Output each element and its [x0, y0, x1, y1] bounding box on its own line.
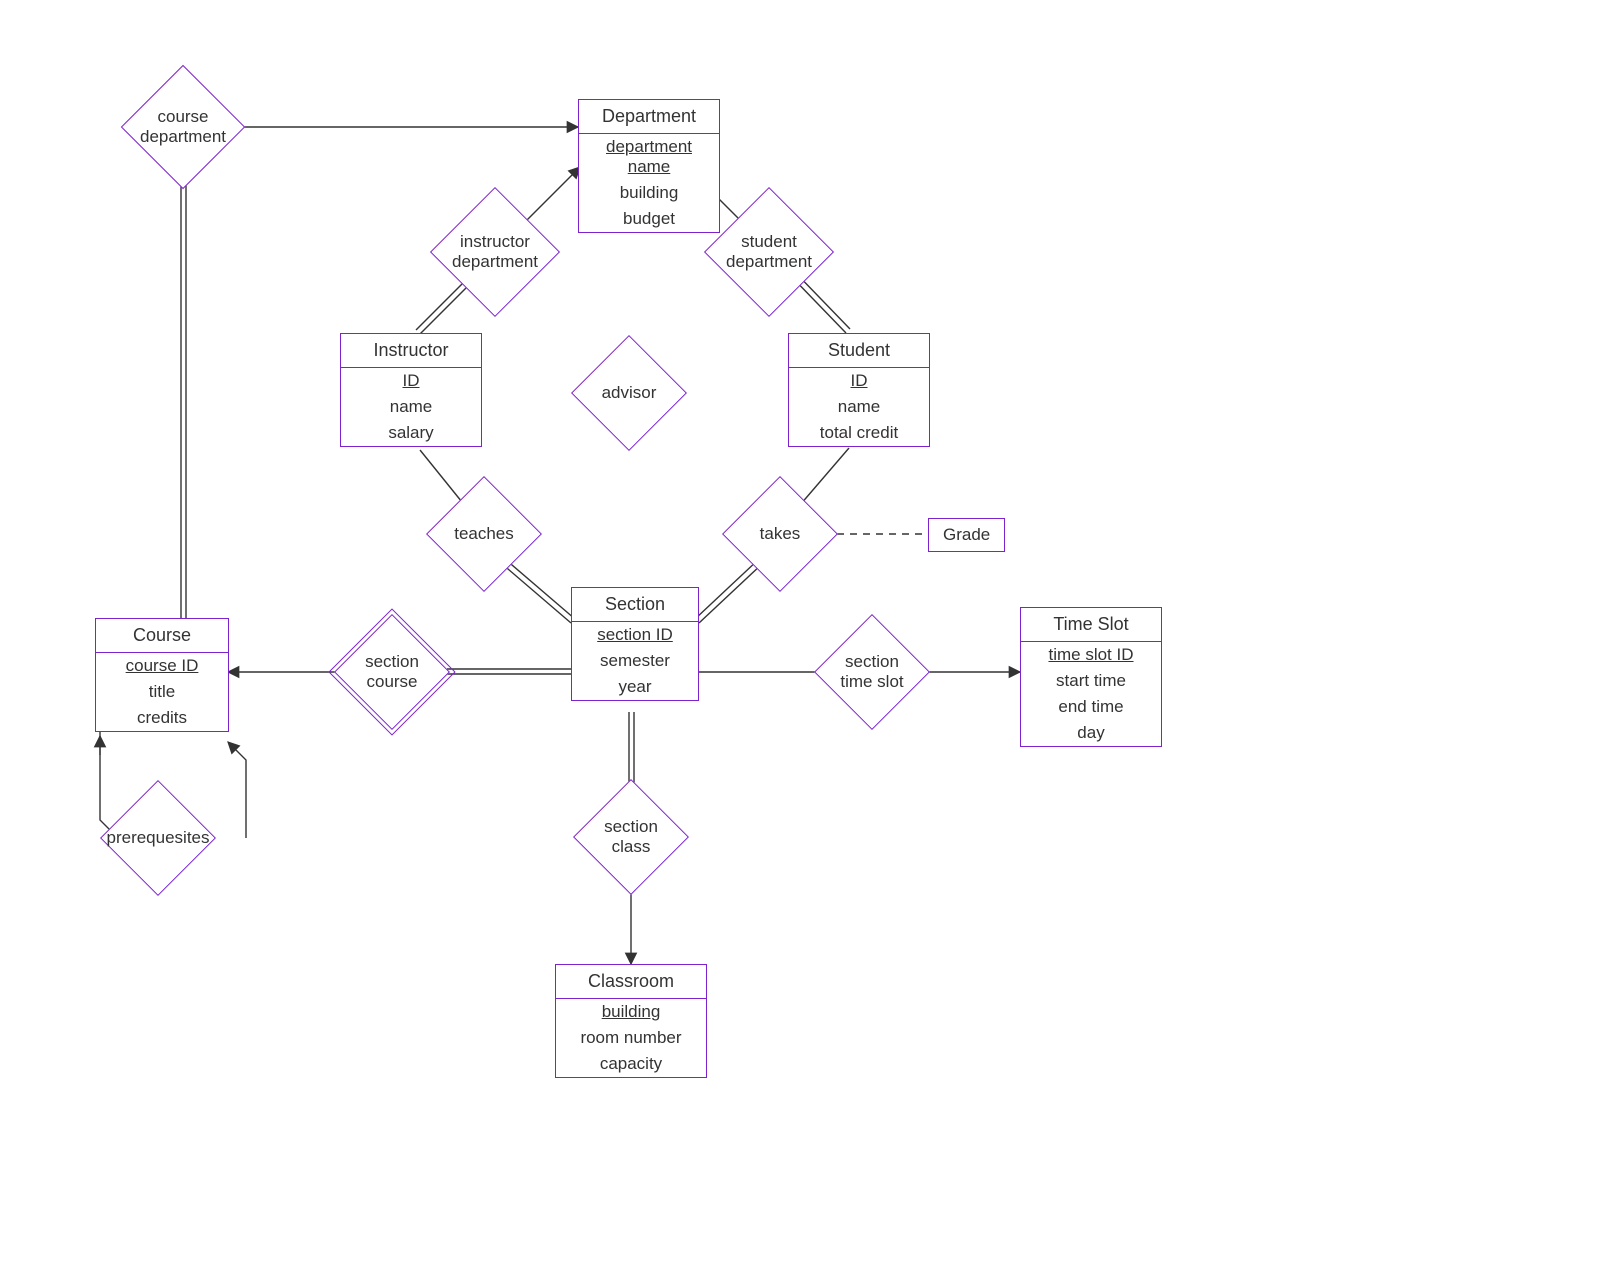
- rel-label: takes: [754, 524, 807, 544]
- attr: room number: [556, 1025, 706, 1051]
- rel-advisor: advisor: [589, 353, 669, 433]
- attr: name: [341, 394, 481, 420]
- edges-layer: [0, 0, 1600, 1280]
- attribute-grade: Grade: [928, 518, 1005, 552]
- attr: total credit: [789, 420, 929, 446]
- attr: capacity: [556, 1051, 706, 1077]
- rel-section-course: sectioncourse: [352, 632, 432, 712]
- rel-label: instructordepartment: [446, 232, 544, 271]
- attr: budget: [579, 206, 719, 232]
- entity-title: Time Slot: [1021, 608, 1161, 642]
- entity-timeslot: Time Slot time slot ID start time end ti…: [1020, 607, 1162, 747]
- attr: start time: [1021, 668, 1161, 694]
- attr: day: [1021, 720, 1161, 746]
- entity-title: Section: [572, 588, 698, 622]
- rel-label: advisor: [596, 383, 663, 403]
- entity-title: Student: [789, 334, 929, 368]
- er-diagram: Department department name building budg…: [0, 0, 1600, 1280]
- rel-student-department: studentdepartment: [724, 207, 814, 297]
- attr-key: section ID: [572, 622, 698, 648]
- entity-title: Course: [96, 619, 228, 653]
- rel-teaches: teaches: [444, 494, 524, 574]
- attr: credits: [96, 705, 228, 731]
- rel-label: teaches: [448, 524, 520, 544]
- attr: semester: [572, 648, 698, 674]
- entity-course: Course course ID title credits: [95, 618, 229, 732]
- attr: salary: [341, 420, 481, 446]
- entity-title: Department: [579, 100, 719, 134]
- attr-key: building: [556, 999, 706, 1025]
- attr-key: ID: [789, 368, 929, 394]
- rel-section-class: sectionclass: [591, 797, 671, 877]
- attr-key: time slot ID: [1021, 642, 1161, 668]
- rel-section-timeslot: sectiontime slot: [832, 632, 912, 712]
- rel-label: sectionclass: [598, 817, 664, 856]
- entity-classroom: Classroom building room number capacity: [555, 964, 707, 1078]
- attr: building: [579, 180, 719, 206]
- attr-key: department name: [579, 134, 719, 180]
- rel-course-department: coursedepartment: [140, 84, 226, 170]
- entity-title: Classroom: [556, 965, 706, 999]
- entity-instructor: Instructor ID name salary: [340, 333, 482, 447]
- entity-title: Instructor: [341, 334, 481, 368]
- entity-department: Department department name building budg…: [578, 99, 720, 233]
- attr: end time: [1021, 694, 1161, 720]
- rel-label: prerequesites: [101, 828, 216, 848]
- rel-instructor-department: instructordepartment: [450, 207, 540, 297]
- attr: name: [789, 394, 929, 420]
- attr: title: [96, 679, 228, 705]
- rel-label: studentdepartment: [720, 232, 818, 271]
- attr-key: course ID: [96, 653, 228, 679]
- attr: year: [572, 674, 698, 700]
- rel-label: sectioncourse: [359, 652, 425, 691]
- attr-key: ID: [341, 368, 481, 394]
- rel-takes: takes: [740, 494, 820, 574]
- entity-student: Student ID name total credit: [788, 333, 930, 447]
- rel-label: sectiontime slot: [834, 652, 909, 691]
- rel-prerequisites: prerequesites: [118, 798, 198, 878]
- entity-section: Section section ID semester year: [571, 587, 699, 701]
- rel-label: coursedepartment: [134, 107, 232, 146]
